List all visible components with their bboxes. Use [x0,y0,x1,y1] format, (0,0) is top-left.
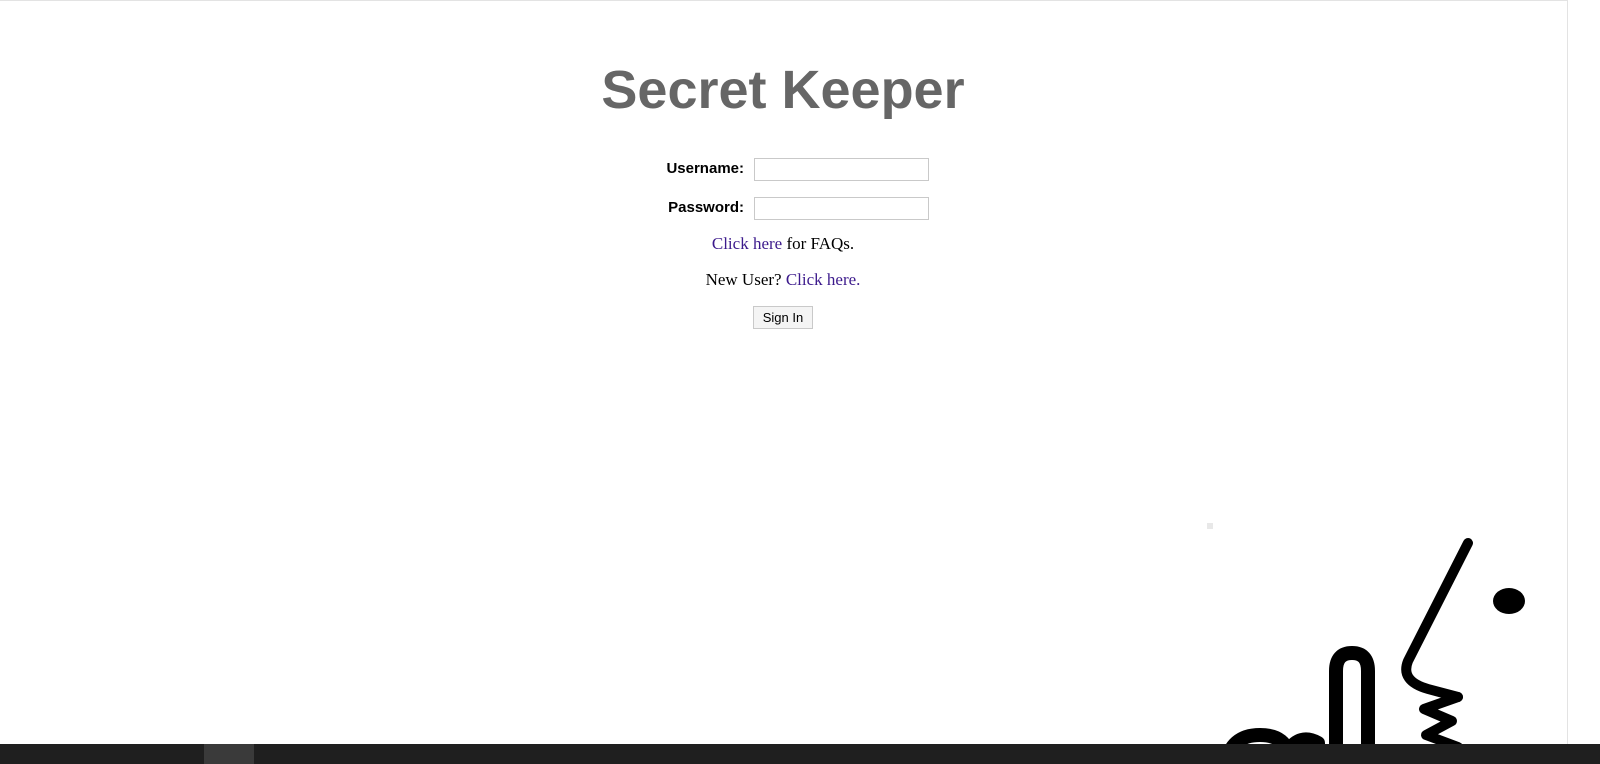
faq-link[interactable]: Click here [712,234,782,253]
username-input[interactable] [754,158,929,181]
password-label: Password: [668,199,744,216]
new-user-line: New User? Click here. [0,269,1566,291]
new-user-prefix: New User? [705,270,786,289]
register-link[interactable]: Click here. [786,270,861,289]
username-label: Username: [666,160,744,177]
page-title: Secret Keeper [601,60,965,120]
faq-suffix: for FAQs. [782,234,855,253]
hand-drawn-overlay-icon [1219,538,1525,764]
faq-line: Click here for FAQs. [0,233,1566,255]
browser-viewport: Secret Keeper Username: Password: Click … [0,0,1568,764]
sign-in-button[interactable]: Sign In [753,306,813,329]
taskbar [0,744,1600,764]
password-input[interactable] [754,197,929,220]
taskbar-item[interactable] [204,744,254,764]
